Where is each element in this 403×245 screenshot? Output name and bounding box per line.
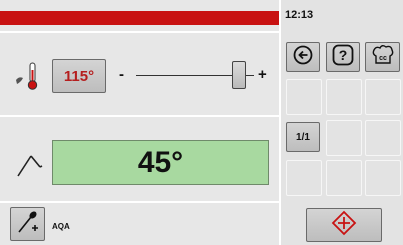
add-probe-button[interactable] bbox=[10, 207, 45, 241]
empty-slot bbox=[326, 79, 362, 115]
empty-slot bbox=[365, 120, 401, 156]
divider bbox=[0, 31, 279, 33]
status-alert-bar bbox=[0, 11, 279, 25]
start-diamond-icon bbox=[331, 210, 357, 241]
empty-slot bbox=[365, 160, 401, 196]
chef-cc-button[interactable]: cc bbox=[365, 42, 400, 72]
aqa-label: AQA bbox=[52, 222, 70, 231]
slider-plus-label: + bbox=[258, 66, 267, 83]
empty-slot bbox=[286, 160, 322, 196]
empty-slot bbox=[286, 79, 322, 115]
clock-time: 12:13 bbox=[285, 9, 314, 21]
help-icon: ? bbox=[332, 44, 354, 71]
chef-hat-cc-icon: cc bbox=[371, 44, 395, 71]
divider bbox=[0, 115, 279, 117]
core-temperature-display[interactable]: 45° bbox=[52, 140, 269, 185]
svg-text:?: ? bbox=[339, 47, 348, 63]
slider-minus-label: - bbox=[119, 66, 124, 83]
back-arrow-icon bbox=[293, 45, 313, 70]
empty-slot bbox=[326, 120, 362, 156]
divider bbox=[0, 201, 279, 203]
empty-slot bbox=[326, 160, 362, 196]
help-button[interactable]: ? bbox=[326, 42, 360, 72]
temperature-setpoint-button[interactable]: 115° bbox=[52, 59, 106, 93]
core-probe-icon bbox=[14, 149, 44, 181]
svg-text:cc: cc bbox=[379, 55, 387, 62]
thermometer-icon bbox=[14, 60, 42, 92]
add-probe-icon bbox=[15, 209, 41, 240]
temperature-slider-thumb[interactable] bbox=[232, 61, 246, 89]
back-button[interactable] bbox=[286, 42, 320, 72]
start-button[interactable] bbox=[306, 208, 382, 242]
empty-slot bbox=[365, 79, 401, 115]
tray-level-button[interactable]: 1/1 bbox=[286, 122, 320, 152]
